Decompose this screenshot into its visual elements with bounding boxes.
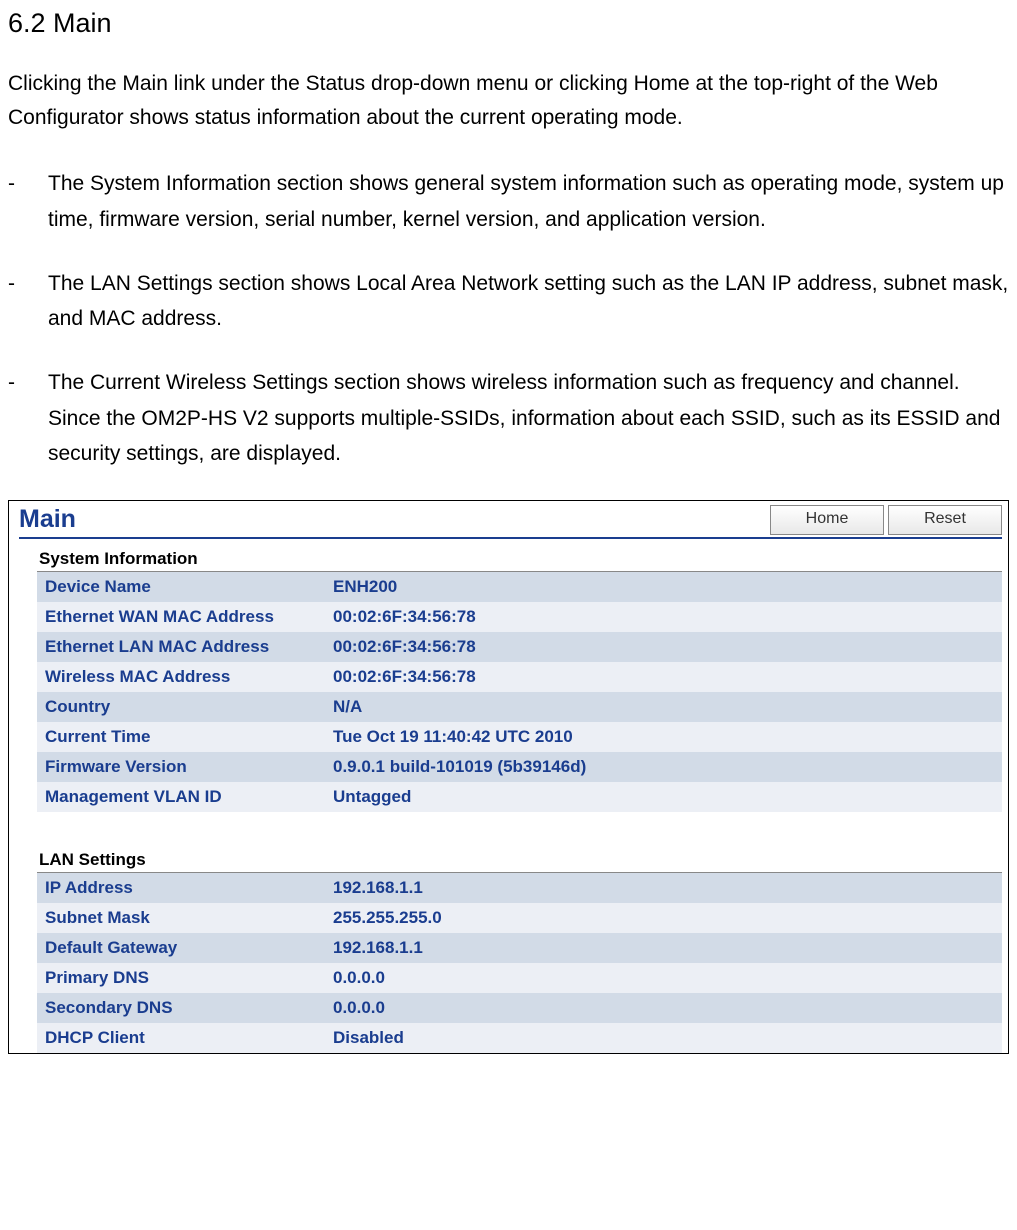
table-row: Device NameENH200 [37,572,1002,602]
table-row: Subnet Mask255.255.255.0 [37,903,1002,933]
header-buttons: Home Reset [770,503,1002,535]
table-row: Current TimeTue Oct 19 11:40:42 UTC 2010 [37,722,1002,752]
bullet-text: The LAN Settings section shows Local Are… [48,266,1009,337]
row-value: Tue Oct 19 11:40:42 UTC 2010 [325,722,1002,752]
row-label: Subnet Mask [37,903,325,933]
row-value: 0.0.0.0 [325,963,1002,993]
row-label: Default Gateway [37,933,325,963]
table-row: Management VLAN IDUntagged [37,782,1002,812]
section-heading: 6.2 Main [8,8,1009,39]
row-label: IP Address [37,873,325,903]
table-row: Secondary DNS0.0.0.0 [37,993,1002,1023]
row-label: Current Time [37,722,325,752]
system-information-table: Device NameENH200 Ethernet WAN MAC Addre… [37,572,1002,812]
bullet-marker: - [8,266,48,337]
row-value: 0.9.0.1 build-101019 (5b39146d) [325,752,1002,782]
page-title: Main [19,503,76,534]
table-row: CountryN/A [37,692,1002,722]
home-button[interactable]: Home [770,505,884,535]
row-value: Disabled [325,1023,1002,1053]
table-row: IP Address192.168.1.1 [37,873,1002,903]
title-underline [19,537,1002,539]
table-row: Default Gateway192.168.1.1 [37,933,1002,963]
row-value: ENH200 [325,572,1002,602]
row-label: Firmware Version [37,752,325,782]
row-value: 255.255.255.0 [325,903,1002,933]
config-panel-screenshot: Main Home Reset System Information Devic… [8,500,1009,1054]
list-item: - The System Information section shows g… [8,166,1009,237]
lan-settings-table: IP Address192.168.1.1 Subnet Mask255.255… [37,873,1002,1053]
reset-button[interactable]: Reset [888,505,1002,535]
row-label: Country [37,692,325,722]
row-value: 192.168.1.1 [325,873,1002,903]
row-label: Device Name [37,572,325,602]
table-row: DHCP ClientDisabled [37,1023,1002,1053]
row-label: Primary DNS [37,963,325,993]
bullet-marker: - [8,166,48,237]
bullet-marker: - [8,365,48,472]
bullet-list: - The System Information section shows g… [8,166,1009,472]
row-label: Wireless MAC Address [37,662,325,692]
row-value: 192.168.1.1 [325,933,1002,963]
row-value: Untagged [325,782,1002,812]
row-value: 00:02:6F:34:56:78 [325,602,1002,632]
list-item: - The LAN Settings section shows Local A… [8,266,1009,337]
row-label: Ethernet WAN MAC Address [37,602,325,632]
table-row: Wireless MAC Address00:02:6F:34:56:78 [37,662,1002,692]
panel-header: Main Home Reset [9,501,1008,535]
bullet-text: The System Information section shows gen… [48,166,1009,237]
intro-paragraph: Clicking the Main link under the Status … [8,67,1009,134]
bullet-text: The Current Wireless Settings section sh… [48,365,1009,472]
list-item: - The Current Wireless Settings section … [8,365,1009,472]
table-row: Ethernet LAN MAC Address00:02:6F:34:56:7… [37,632,1002,662]
lan-settings-heading: LAN Settings [37,848,1002,872]
row-label: Ethernet LAN MAC Address [37,632,325,662]
row-value: N/A [325,692,1002,722]
row-value: 0.0.0.0 [325,993,1002,1023]
row-value: 00:02:6F:34:56:78 [325,632,1002,662]
table-row: Ethernet WAN MAC Address00:02:6F:34:56:7… [37,602,1002,632]
row-label: Secondary DNS [37,993,325,1023]
system-information-heading: System Information [37,547,1002,571]
row-label: Management VLAN ID [37,782,325,812]
table-row: Firmware Version0.9.0.1 build-101019 (5b… [37,752,1002,782]
row-value: 00:02:6F:34:56:78 [325,662,1002,692]
table-row: Primary DNS0.0.0.0 [37,963,1002,993]
row-label: DHCP Client [37,1023,325,1053]
